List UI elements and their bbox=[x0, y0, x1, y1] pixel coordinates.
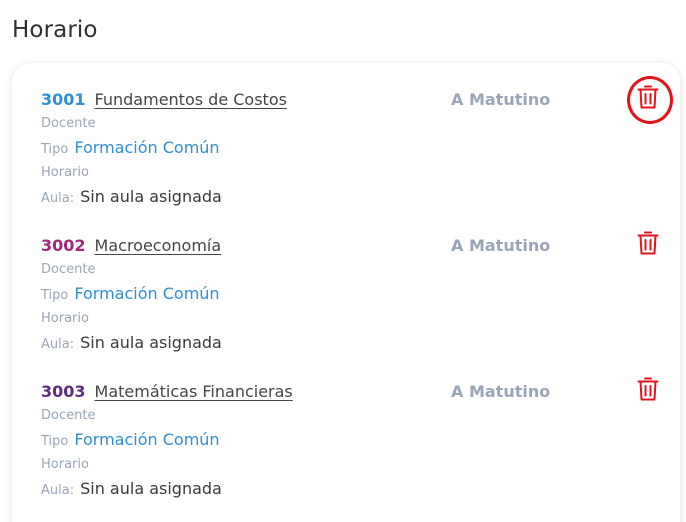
tipo-value: Formación Común bbox=[74, 430, 220, 449]
course-code: 3002 bbox=[41, 236, 86, 255]
course-header: 3003 Matemáticas Financieras bbox=[41, 382, 293, 406]
course-name-link[interactable]: Matemáticas Financieras bbox=[95, 382, 293, 401]
tipo-label: Tipo bbox=[41, 142, 69, 157]
aula-label: Aula: bbox=[41, 483, 75, 498]
docente-row: Docente bbox=[41, 262, 101, 277]
docente-label: Docente bbox=[41, 116, 96, 131]
course-header: 3001 Fundamentos de Costos bbox=[41, 90, 287, 114]
course-group: A Matutino bbox=[451, 90, 551, 109]
course-item: 3002 Macroeconomía A Matutino Docente Ti… bbox=[12, 231, 680, 382]
schedule-card: 3001 Fundamentos de Costos A Matutino Do… bbox=[12, 63, 680, 522]
horario-label: Horario bbox=[41, 311, 89, 326]
delete-course-button[interactable] bbox=[628, 223, 668, 263]
docente-label: Docente bbox=[41, 408, 96, 423]
trash-icon bbox=[637, 85, 659, 109]
tipo-row: Tipo Formación Común bbox=[41, 138, 220, 157]
tipo-label: Tipo bbox=[41, 434, 69, 449]
tipo-label: Tipo bbox=[41, 288, 69, 303]
aula-row: Aula: Sin aula asignada bbox=[41, 479, 222, 498]
course-name-link[interactable]: Macroeconomía bbox=[95, 236, 222, 255]
docente-row: Docente bbox=[41, 408, 101, 423]
docente-row: Docente bbox=[41, 116, 101, 131]
course-item: 3001 Fundamentos de Costos A Matutino Do… bbox=[12, 76, 680, 236]
course-code: 3001 bbox=[41, 90, 86, 109]
aula-value: Sin aula asignada bbox=[80, 479, 222, 498]
aula-label: Aula: bbox=[41, 191, 75, 206]
horario-label: Horario bbox=[41, 457, 89, 472]
course-header: 3002 Macroeconomía bbox=[41, 236, 221, 260]
tipo-row: Tipo Formación Común bbox=[41, 430, 220, 449]
horario-row: Horario bbox=[41, 311, 95, 326]
course-item: 3003 Matemáticas Financieras A Matutino … bbox=[12, 377, 680, 522]
horario-row: Horario bbox=[41, 165, 95, 180]
aula-value: Sin aula asignada bbox=[80, 187, 222, 206]
aula-value: Sin aula asignada bbox=[80, 333, 222, 352]
delete-course-button[interactable] bbox=[627, 76, 673, 124]
aula-row: Aula: Sin aula asignada bbox=[41, 187, 222, 206]
course-group: A Matutino bbox=[451, 382, 551, 401]
course-group: A Matutino bbox=[451, 236, 551, 255]
course-name-link[interactable]: Fundamentos de Costos bbox=[95, 90, 287, 109]
course-code: 3003 bbox=[41, 382, 86, 401]
trash-icon bbox=[637, 231, 659, 255]
aula-label: Aula: bbox=[41, 337, 75, 352]
aula-row: Aula: Sin aula asignada bbox=[41, 333, 222, 352]
horario-label: Horario bbox=[41, 165, 89, 180]
tipo-value: Formación Común bbox=[74, 284, 220, 303]
page-title: Horario bbox=[12, 17, 98, 43]
trash-icon bbox=[637, 377, 659, 401]
tipo-value: Formación Común bbox=[74, 138, 220, 157]
docente-label: Docente bbox=[41, 262, 96, 277]
tipo-row: Tipo Formación Común bbox=[41, 284, 220, 303]
horario-row: Horario bbox=[41, 457, 95, 472]
delete-course-button[interactable] bbox=[628, 369, 668, 409]
